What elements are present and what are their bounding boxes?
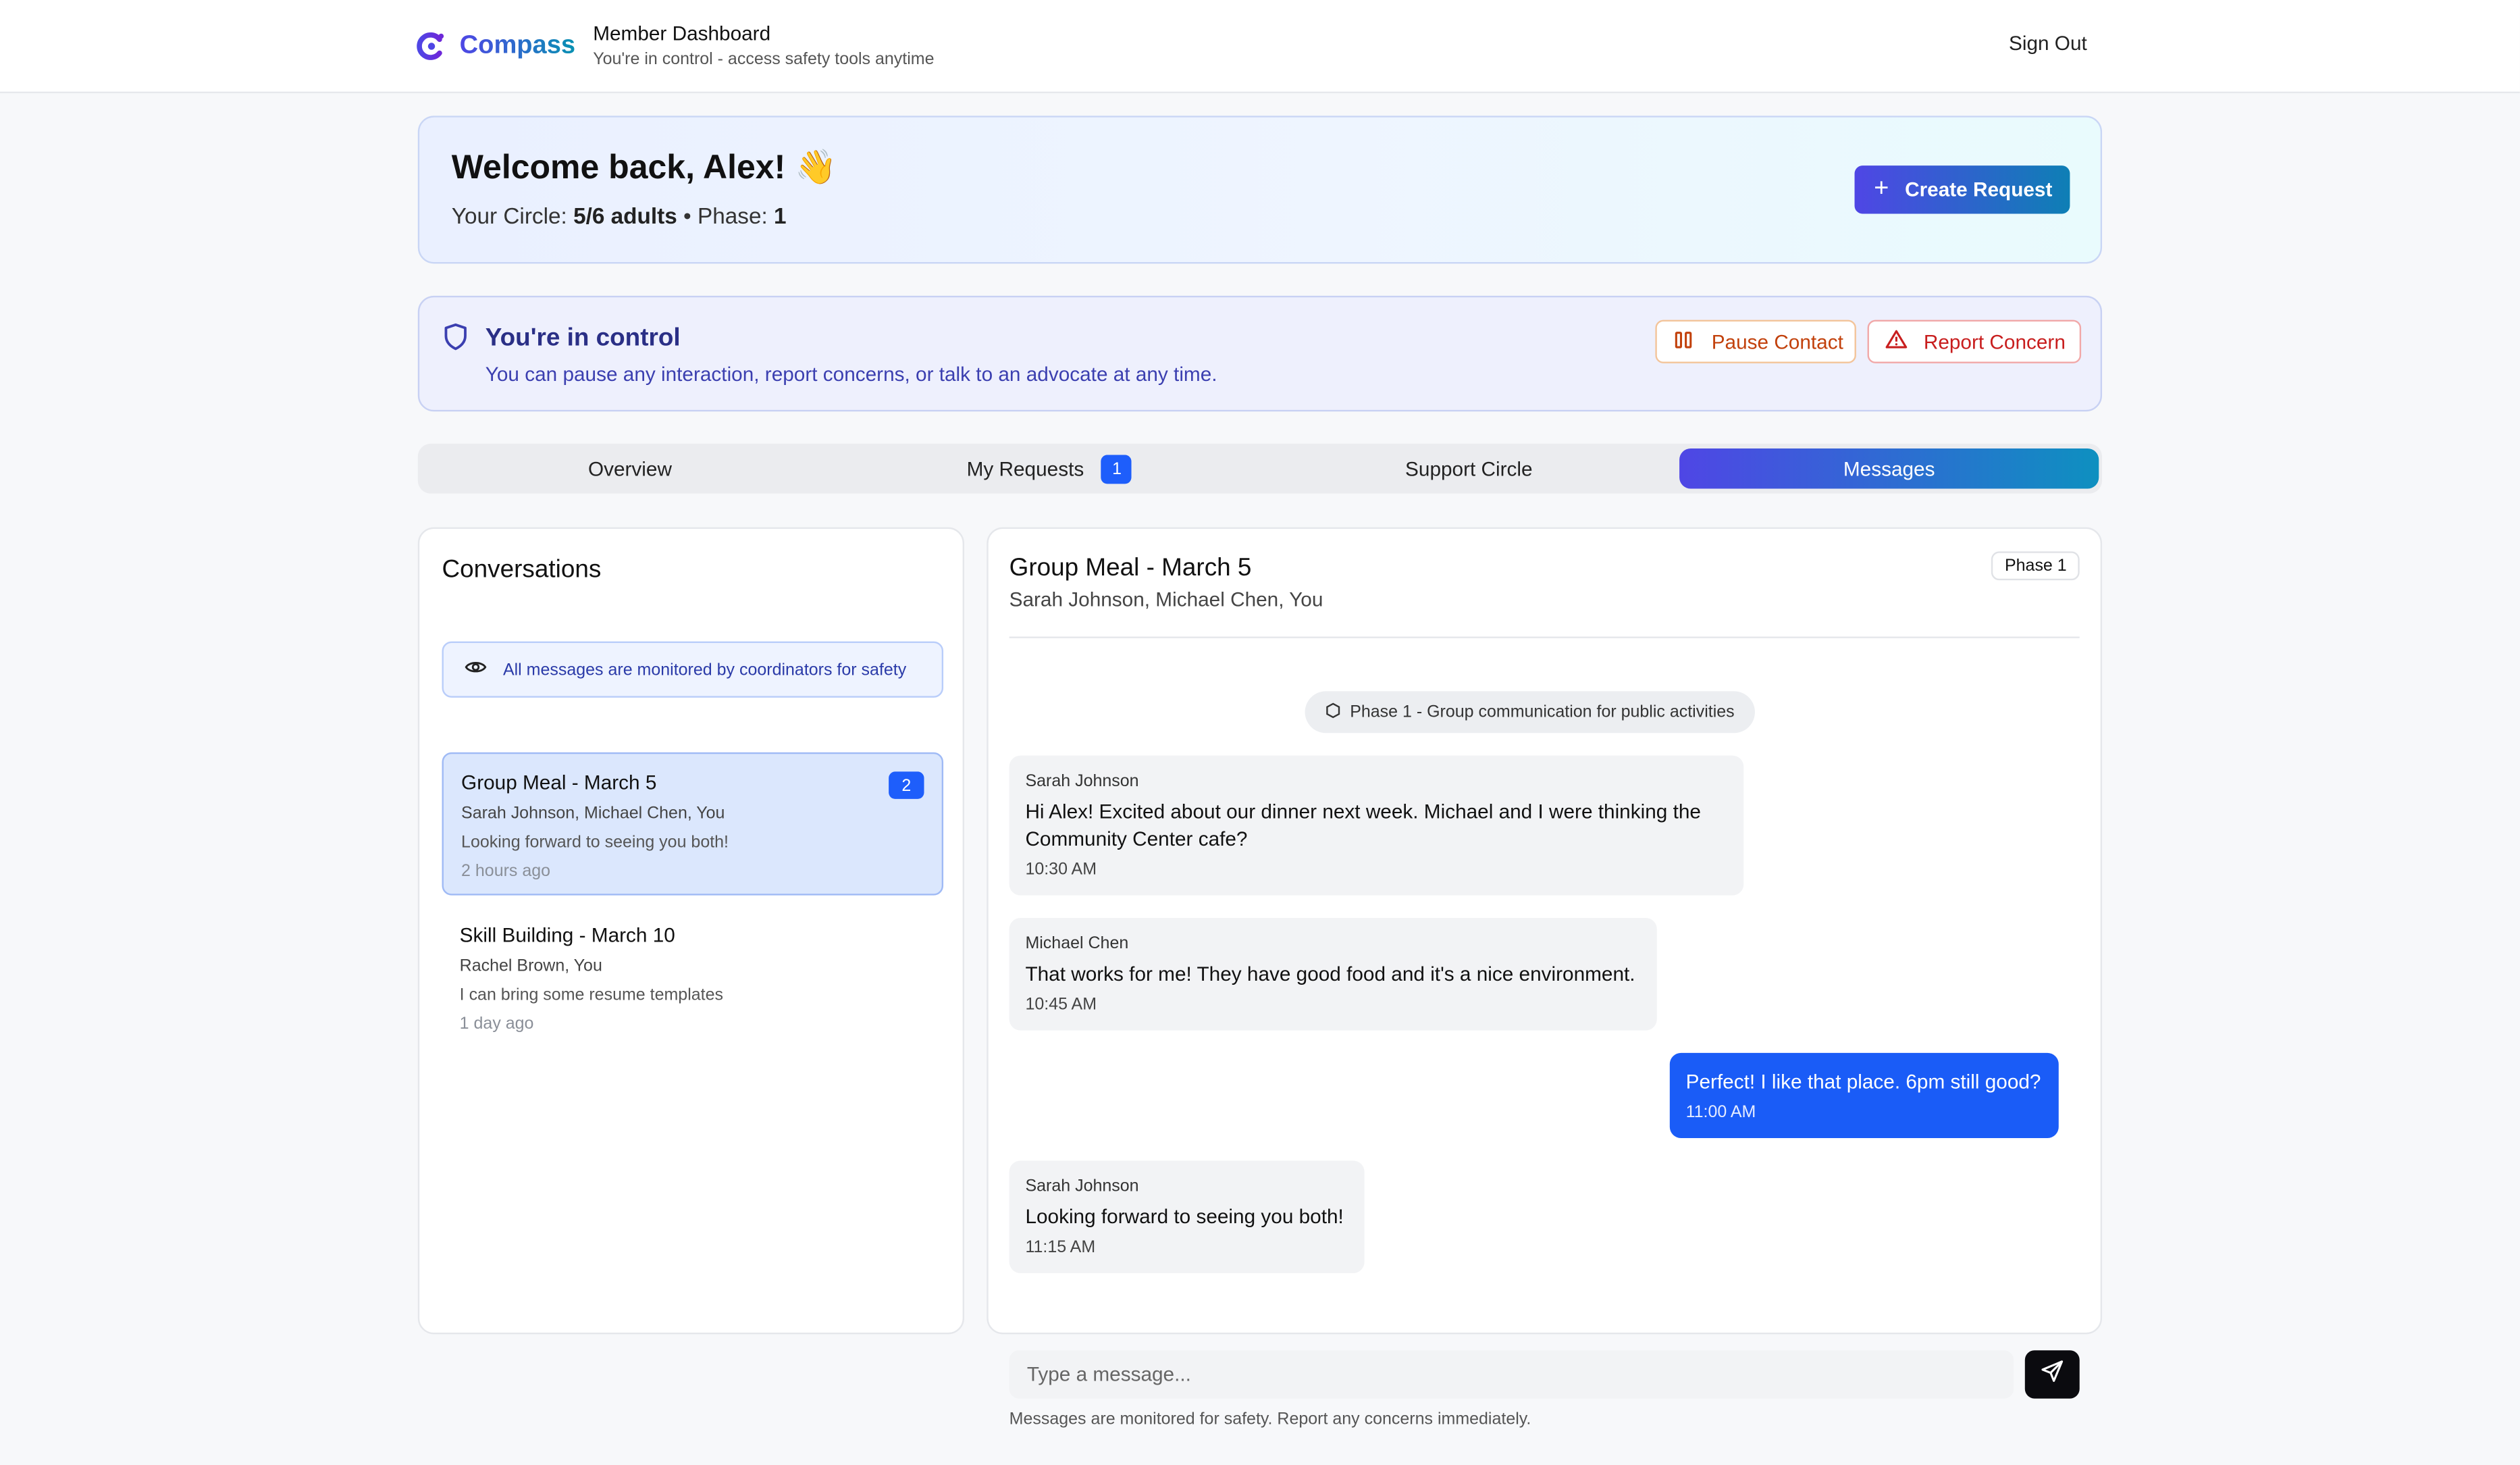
- plus-icon: +: [1874, 175, 1889, 203]
- safety-footer-note: Messages are monitored for safety. Repor…: [1009, 1410, 1531, 1429]
- alert-triangle-icon: [1885, 330, 1908, 354]
- conversation-item[interactable]: Group Meal - March 5 Sarah Johnson, Mich…: [442, 752, 944, 896]
- chat-title: Group Meal - March 5: [1009, 555, 1252, 582]
- welcome-title: Welcome back, Alex! 👋: [451, 149, 837, 187]
- phase-label: Phase:: [697, 202, 768, 228]
- circle-summary: Your Circle: 5/6 adults • Phase: 1: [452, 203, 787, 228]
- tab-support-circle[interactable]: Support Circle: [1261, 448, 1676, 489]
- send-button[interactable]: [2024, 1350, 2080, 1399]
- tab-bar: Overview My Requests 1 Support Circle Me…: [417, 443, 2103, 494]
- page-title: Member Dashboard: [593, 22, 771, 45]
- message-text: Perfect! I like that place. 6pm still go…: [1685, 1071, 2041, 1094]
- message-sender: Sarah Johnson: [1025, 771, 1139, 791]
- circle-value: 5/6 adults: [573, 202, 677, 228]
- top-bar: Compass Member Dashboard You're in contr…: [0, 0, 2520, 94]
- pause-contact-label: Pause Contact: [1711, 330, 1843, 353]
- message-time: 11:15 AM: [1025, 1237, 1096, 1258]
- report-concern-label: Report Concern: [1923, 330, 2066, 353]
- conversation-title: Group Meal - March 5: [461, 771, 657, 794]
- phase-value: 1: [774, 202, 787, 228]
- message-time: 11:00 AM: [1685, 1102, 1756, 1123]
- tab-label: Overview: [587, 457, 672, 480]
- message-sender: Sarah Johnson: [1025, 1177, 1139, 1196]
- chat-participants: Sarah Johnson, Michael Chen, You: [1009, 588, 1323, 611]
- pause-icon: [1675, 330, 1692, 353]
- message-time: 10:45 AM: [1025, 995, 1097, 1014]
- tab-label: Messages: [1843, 457, 1935, 480]
- requests-count-badge: 1: [1101, 454, 1132, 484]
- report-concern-button[interactable]: Report Concern: [1867, 319, 2082, 363]
- unread-badge: 2: [889, 771, 924, 799]
- message-text: That works for me! They have good food a…: [1025, 962, 1635, 985]
- message-input[interactable]: [1009, 1350, 2014, 1399]
- message-bubble: Sarah Johnson Hi Alex! Excited about our…: [1009, 755, 1744, 896]
- conversations-panel: Conversations All messages are monitored…: [417, 527, 965, 1335]
- message-sender: Michael Chen: [1025, 933, 1129, 954]
- conversation-time: 2 hours ago: [461, 861, 551, 881]
- tab-overview[interactable]: Overview: [423, 448, 837, 489]
- safety-control-card: You're in control You can pause any inte…: [417, 295, 2103, 412]
- page-subtitle: You're in control - access safety tools …: [593, 49, 935, 70]
- conversation-last-message: I can bring some resume templates: [459, 985, 723, 1005]
- conversation-time: 1 day ago: [459, 1014, 534, 1034]
- message-bubble-own: Perfect! I like that place. 6pm still go…: [1669, 1052, 2059, 1139]
- conversation-item[interactable]: Skill Building - March 10 Rachel Brown, …: [442, 906, 944, 1050]
- divider: [1009, 636, 2080, 638]
- conversations-title: Conversations: [442, 556, 602, 584]
- conversation-title: Skill Building - March 10: [459, 924, 675, 947]
- monitoring-notice-text: All messages are monitored by coordinato…: [502, 659, 907, 679]
- brand-logo[interactable]: Compass: [416, 30, 575, 61]
- control-title: You're in control: [485, 324, 681, 353]
- conversation-participants: Rachel Brown, You: [459, 956, 602, 976]
- sign-out-button[interactable]: Sign Out: [2009, 32, 2087, 55]
- create-request-label: Create Request: [1905, 178, 2053, 201]
- message-text: Hi Alex! Excited about our dinner next w…: [1025, 800, 1701, 851]
- system-message-text: Phase 1 - Group communication for public…: [1350, 702, 1735, 722]
- compass-logo-icon: [416, 30, 446, 61]
- conversation-participants: Sarah Johnson, Michael Chen, You: [461, 804, 725, 823]
- tab-label: Support Circle: [1405, 457, 1533, 480]
- system-message: Phase 1 - Group communication for public…: [1305, 691, 1756, 734]
- separator: •: [683, 202, 691, 228]
- send-icon: [2041, 1359, 2064, 1389]
- tab-my-requests[interactable]: My Requests 1: [842, 448, 1257, 489]
- welcome-card: Welcome back, Alex! 👋 Your Circle: 5/6 a…: [417, 115, 2103, 264]
- hexagon-icon: [1326, 702, 1340, 723]
- message-bubble: Sarah Johnson Looking forward to seeing …: [1009, 1160, 1365, 1273]
- create-request-button[interactable]: + Create Request: [1854, 165, 2070, 214]
- message-time: 10:30 AM: [1025, 860, 1097, 879]
- control-subtitle: You can pause any interaction, report co…: [485, 363, 1217, 386]
- conversation-last-message: Looking forward to seeing you both!: [461, 832, 729, 852]
- tab-label: My Requests: [966, 457, 1084, 480]
- brand-name: Compass: [460, 31, 575, 60]
- message-bubble: Michael Chen That works for me! They hav…: [1009, 917, 1657, 1031]
- eye-icon: [465, 659, 487, 680]
- shield-icon: [444, 323, 468, 358]
- monitoring-notice: All messages are monitored by coordinato…: [442, 641, 944, 698]
- message-text: Looking forward to seeing you both!: [1025, 1206, 1344, 1229]
- circle-label: Your Circle:: [451, 202, 567, 228]
- tab-messages[interactable]: Messages: [1679, 448, 2099, 489]
- chat-panel: Group Meal - March 5 Sarah Johnson, Mich…: [987, 527, 2103, 1335]
- phase-badge: Phase 1: [1991, 551, 2080, 581]
- pause-contact-button[interactable]: Pause Contact: [1655, 319, 1856, 363]
